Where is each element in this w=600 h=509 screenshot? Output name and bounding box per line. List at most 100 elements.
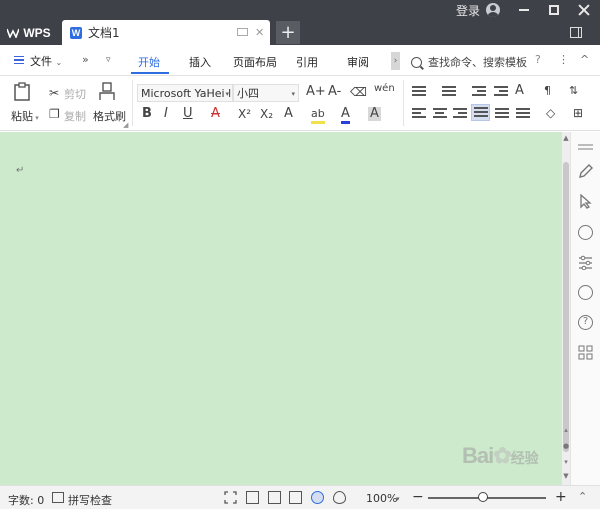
bullet-list-icon[interactable] [412, 86, 426, 98]
tab-insert[interactable]: 插入 [189, 54, 211, 70]
user-avatar-icon [486, 3, 501, 17]
prev-page-icon[interactable]: ▴ [562, 426, 570, 434]
clear-format-icon[interactable]: ⌫ [350, 85, 367, 99]
apps-grid-icon[interactable] [578, 345, 593, 360]
minimize-button[interactable] [510, 0, 538, 20]
borders-icon[interactable]: ⊞ [573, 106, 583, 120]
help-circle-icon[interactable]: ? [578, 315, 593, 330]
quick-access-dropdown-icon[interactable]: ▿ [106, 55, 111, 65]
highlight-button[interactable]: ab [311, 107, 325, 124]
zoom-out-button[interactable]: − [412, 489, 424, 505]
grow-font-button[interactable]: A+ [306, 85, 326, 99]
distributed-align-icon[interactable] [495, 108, 509, 120]
copy-button[interactable]: 复制 [64, 108, 86, 124]
statusbar-more-icon[interactable]: ⌃ [578, 490, 587, 503]
tabs-scroll-right-button[interactable]: › [391, 52, 400, 70]
sort-icon[interactable]: ⇅ [569, 84, 578, 98]
settings-sliders-icon[interactable] [578, 255, 593, 271]
font-color-button[interactable]: A [341, 107, 350, 124]
font-name-select[interactable]: Microsoft YaHei l ▾ [137, 84, 233, 102]
close-tab-icon[interactable]: ✕ [255, 26, 264, 39]
active-tab-underline [131, 72, 169, 74]
align-center-icon[interactable] [433, 108, 447, 120]
show-hide-marks-icon[interactable]: ¶ [544, 84, 551, 98]
tab-document[interactable]: W 文档1 ✕ [62, 20, 270, 45]
align-right-icon[interactable] [453, 108, 467, 120]
new-tab-button[interactable]: + [276, 21, 300, 44]
page-select-icon[interactable]: ● [562, 442, 570, 450]
login-button[interactable]: 登录 [456, 0, 501, 20]
chinese-layout-icon[interactable]: A [515, 84, 524, 98]
help-icon[interactable]: ? [535, 53, 541, 66]
web-view-icon[interactable] [311, 491, 324, 504]
shapes-icon[interactable] [578, 225, 593, 240]
maximize-icon [549, 5, 559, 15]
spell-check-button[interactable]: 拼写检查 [68, 492, 112, 508]
tab-wps-home[interactable]: WPS [0, 20, 58, 45]
shading-icon[interactable]: ◇ [546, 106, 555, 120]
pen-icon[interactable] [578, 164, 593, 179]
maximize-button[interactable] [540, 0, 568, 20]
eye-protection-icon[interactable] [333, 491, 346, 504]
select-pointer-icon[interactable] [578, 193, 593, 209]
justify-button-selected[interactable] [471, 104, 490, 121]
increase-indent-icon[interactable] [494, 86, 508, 98]
zoom-in-button[interactable]: + [555, 489, 567, 505]
line-spacing-icon[interactable] [516, 108, 530, 120]
more-menu-icon[interactable]: » [82, 53, 89, 66]
reading-view-icon[interactable] [246, 491, 259, 504]
tab-references[interactable]: 引用 [296, 54, 318, 70]
format-painter-button[interactable]: 格式刷 [93, 108, 126, 124]
scroll-down-icon[interactable]: ▼ [562, 472, 570, 480]
paste-button[interactable]: 粘贴 ▾ [11, 108, 39, 124]
italic-button[interactable]: I [164, 107, 168, 121]
page-view-icon[interactable] [268, 491, 281, 504]
paste-icon[interactable] [12, 82, 34, 102]
font-size-select[interactable]: 小四 ▾ [233, 84, 299, 102]
wps-logo-icon [7, 28, 20, 38]
superscript-button[interactable]: X² [238, 107, 251, 121]
zoom-level[interactable]: 100% [366, 492, 397, 505]
scrollbar-thumb[interactable] [563, 162, 569, 452]
scroll-up-icon[interactable]: ▲ [562, 134, 570, 142]
paste-label: 粘贴 [11, 110, 33, 123]
numbered-list-icon[interactable] [442, 86, 456, 98]
subscript-button[interactable]: X₂ [260, 107, 273, 121]
monitor-icon[interactable] [237, 28, 248, 36]
word-count[interactable]: 字数: 0 [8, 492, 44, 508]
align-left-icon[interactable] [412, 108, 426, 120]
panel-menu-icon[interactable] [578, 144, 593, 146]
cut-button[interactable]: 剪切 [64, 86, 86, 102]
next-page-icon[interactable]: ▾ [562, 458, 570, 466]
document-canvas[interactable] [0, 132, 562, 485]
character-shading-button[interactable]: A [368, 107, 381, 121]
decrease-indent-icon[interactable] [472, 86, 486, 98]
bold-button[interactable]: B [142, 107, 152, 121]
clipboard-dialog-launcher-icon[interactable]: ◢ [123, 121, 128, 129]
format-painter-icon[interactable] [98, 82, 116, 102]
watermark-suffix: 经验 [510, 450, 539, 466]
font-name-value: Microsoft YaHei l [141, 86, 232, 100]
ribbon-divider [403, 80, 404, 126]
zoom-dropdown-icon[interactable]: ▾ [396, 495, 400, 503]
tab-review[interactable]: 审阅 [347, 54, 369, 70]
command-search[interactable]: 查找命令、搜索模板 [411, 54, 527, 70]
close-window-button[interactable] [570, 0, 598, 20]
vertical-scrollbar[interactable]: ▲ ▴ ● ▾ ▼ [562, 132, 570, 485]
hamburger-menu-icon[interactable] [14, 56, 24, 64]
tab-page-layout[interactable]: 页面布局 [233, 54, 277, 70]
collapse-ribbon-icon[interactable]: ^ [580, 53, 589, 66]
more-options-icon[interactable]: ⋮ [558, 53, 569, 66]
history-icon[interactable] [578, 285, 593, 300]
side-view-icon[interactable] [570, 27, 582, 38]
outline-view-icon[interactable] [289, 491, 302, 504]
underline-button[interactable]: U [183, 107, 193, 121]
file-menu[interactable]: 文件 ⌄ [30, 53, 62, 69]
shrink-font-button[interactable]: A- [328, 85, 341, 99]
phonetic-guide-button[interactable]: wén [374, 82, 395, 96]
text-effect-button[interactable]: A [284, 107, 293, 121]
zoom-slider-knob[interactable] [478, 492, 489, 502]
strikethrough-button[interactable]: A [211, 107, 220, 121]
fullscreen-icon[interactable] [224, 491, 237, 504]
tab-home[interactable]: 开始 [138, 54, 160, 70]
